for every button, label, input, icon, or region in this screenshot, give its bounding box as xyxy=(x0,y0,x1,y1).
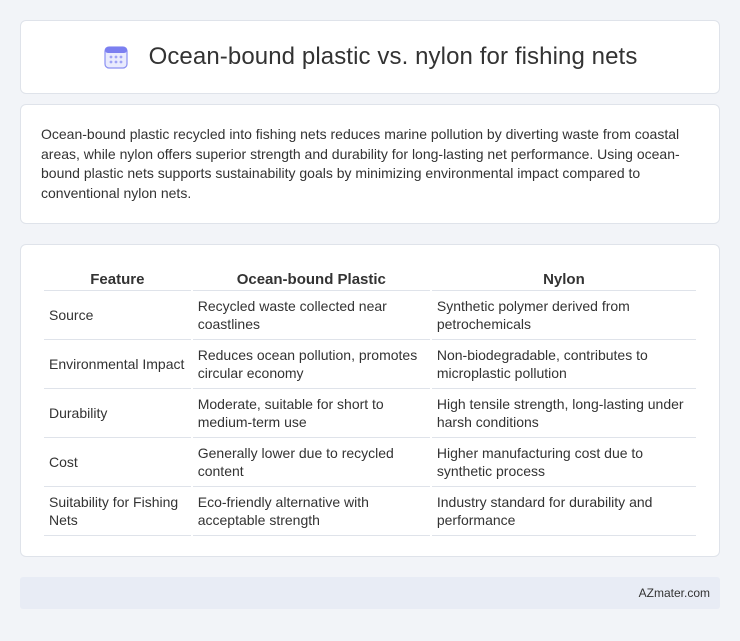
table-cell: Synthetic polymer derived from petrochem… xyxy=(431,291,696,340)
table-row: Cost Generally lower due to recycled con… xyxy=(44,438,696,487)
footer: AZmater.com xyxy=(20,577,720,609)
table-row: Source Recycled waste collected near coa… xyxy=(44,291,696,340)
table-cell: Environmental Impact xyxy=(44,340,191,389)
table-cell: Recycled waste collected near coastlines xyxy=(192,291,430,340)
table-cell: Non-biodegradable, contributes to microp… xyxy=(431,340,696,389)
table-cell: Cost xyxy=(44,438,191,487)
table-cell: Moderate, suitable for short to medium-t… xyxy=(192,389,430,438)
table-cell: Higher manufacturing cost due to synthet… xyxy=(431,438,696,487)
comparison-table: Feature Ocean-bound Plastic Nylon Source… xyxy=(42,265,698,536)
calendar-icon xyxy=(103,46,128,69)
column-header-ocean-bound-plastic: Ocean-bound Plastic xyxy=(192,265,430,291)
table-cell: Source xyxy=(44,291,191,340)
page-title: Ocean-bound plastic vs. nylon for fishin… xyxy=(148,43,638,70)
table-cell: Reduces ocean pollution, promotes circul… xyxy=(192,340,430,389)
table-header-row: Feature Ocean-bound Plastic Nylon xyxy=(44,265,696,291)
title-card: Ocean-bound plastic vs. nylon for fishin… xyxy=(20,20,720,94)
column-header-nylon: Nylon xyxy=(431,265,696,291)
table-cell: Industry standard for durability and per… xyxy=(431,487,696,536)
summary-text: Ocean-bound plastic recycled into fishin… xyxy=(41,126,680,201)
table-row: Suitability for Fishing Nets Eco-friendl… xyxy=(44,487,696,536)
table-cell: Eco-friendly alternative with acceptable… xyxy=(192,487,430,536)
table-row: Environmental Impact Reduces ocean pollu… xyxy=(44,340,696,389)
footer-brand: AZmater.com xyxy=(638,586,710,600)
column-header-feature: Feature xyxy=(44,265,191,291)
table-cell: High tensile strength, long-lasting unde… xyxy=(431,389,696,438)
table-cell: Generally lower due to recycled content xyxy=(192,438,430,487)
comparison-table-card: Feature Ocean-bound Plastic Nylon Source… xyxy=(20,244,720,557)
summary-card: Ocean-bound plastic recycled into fishin… xyxy=(20,104,720,224)
table-cell: Durability xyxy=(44,389,191,438)
table-cell: Suitability for Fishing Nets xyxy=(44,487,191,536)
table-row: Durability Moderate, suitable for short … xyxy=(44,389,696,438)
